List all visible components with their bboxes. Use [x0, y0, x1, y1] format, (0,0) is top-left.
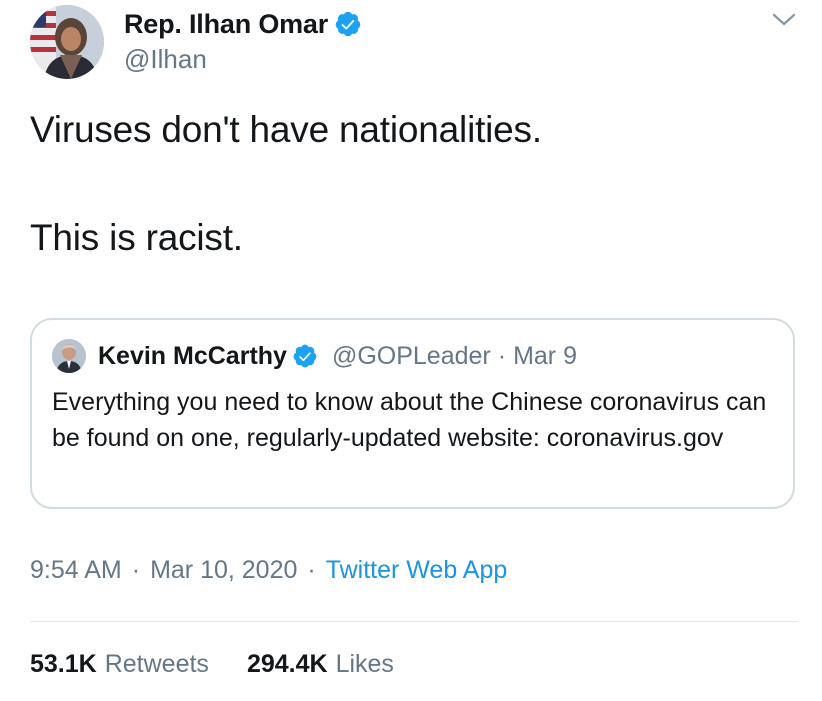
author-name-row: Rep. Ilhan Omar [124, 8, 362, 40]
verified-badge-icon [334, 10, 362, 38]
tweet-stats: 53.1K Retweets 294.4K Likes [30, 650, 394, 679]
divider [30, 621, 798, 622]
tweet-text: Viruses don't have nationalities. This i… [30, 103, 790, 265]
quoted-tweet-header: Kevin McCarthy @GOPLeader · Mar 9 [98, 338, 577, 374]
likes-stat[interactable]: 294.4K Likes [247, 650, 394, 679]
retweets-count: 53.1K [30, 650, 97, 678]
likes-label: Likes [335, 650, 394, 678]
quoted-tweet-card[interactable]: Kevin McCarthy @GOPLeader · Mar 9 Everyt… [30, 318, 795, 509]
quoted-date: Mar 9 [513, 341, 577, 370]
quoted-author-avatar [52, 339, 86, 373]
tweet-source-link[interactable]: Twitter Web App [326, 556, 508, 585]
author-display-name[interactable]: Rep. Ilhan Omar [124, 9, 328, 40]
quoted-author-name: Kevin McCarthy [98, 341, 287, 370]
author-avatar[interactable] [30, 5, 104, 79]
tweet-paragraph: This is racist. [30, 217, 243, 258]
quoted-tweet-text: Everything you need to know about the Ch… [52, 388, 767, 452]
chevron-down-icon[interactable] [770, 10, 798, 30]
meta-separator: · [131, 556, 141, 584]
likes-count: 294.4K [246, 650, 328, 678]
tweet-paragraph: Viruses don't have nationalities. [30, 109, 542, 150]
author-handle[interactable]: @Ilhan [124, 44, 207, 75]
quoted-separator: · [497, 341, 507, 370]
tweet-time[interactable]: 9:54 AM [30, 556, 122, 585]
tweet-date[interactable]: Mar 10, 2020 [150, 556, 297, 585]
meta-separator: · [307, 556, 316, 584]
verified-badge-icon [292, 343, 318, 369]
retweets-label: Retweets [104, 650, 209, 678]
quoted-author-handle: @GOPLeader [331, 341, 491, 370]
retweets-stat[interactable]: 53.1K Retweets [30, 650, 209, 679]
tweet-meta: 9:54 AM · Mar 10, 2020 · Twitter Web App [30, 556, 507, 585]
